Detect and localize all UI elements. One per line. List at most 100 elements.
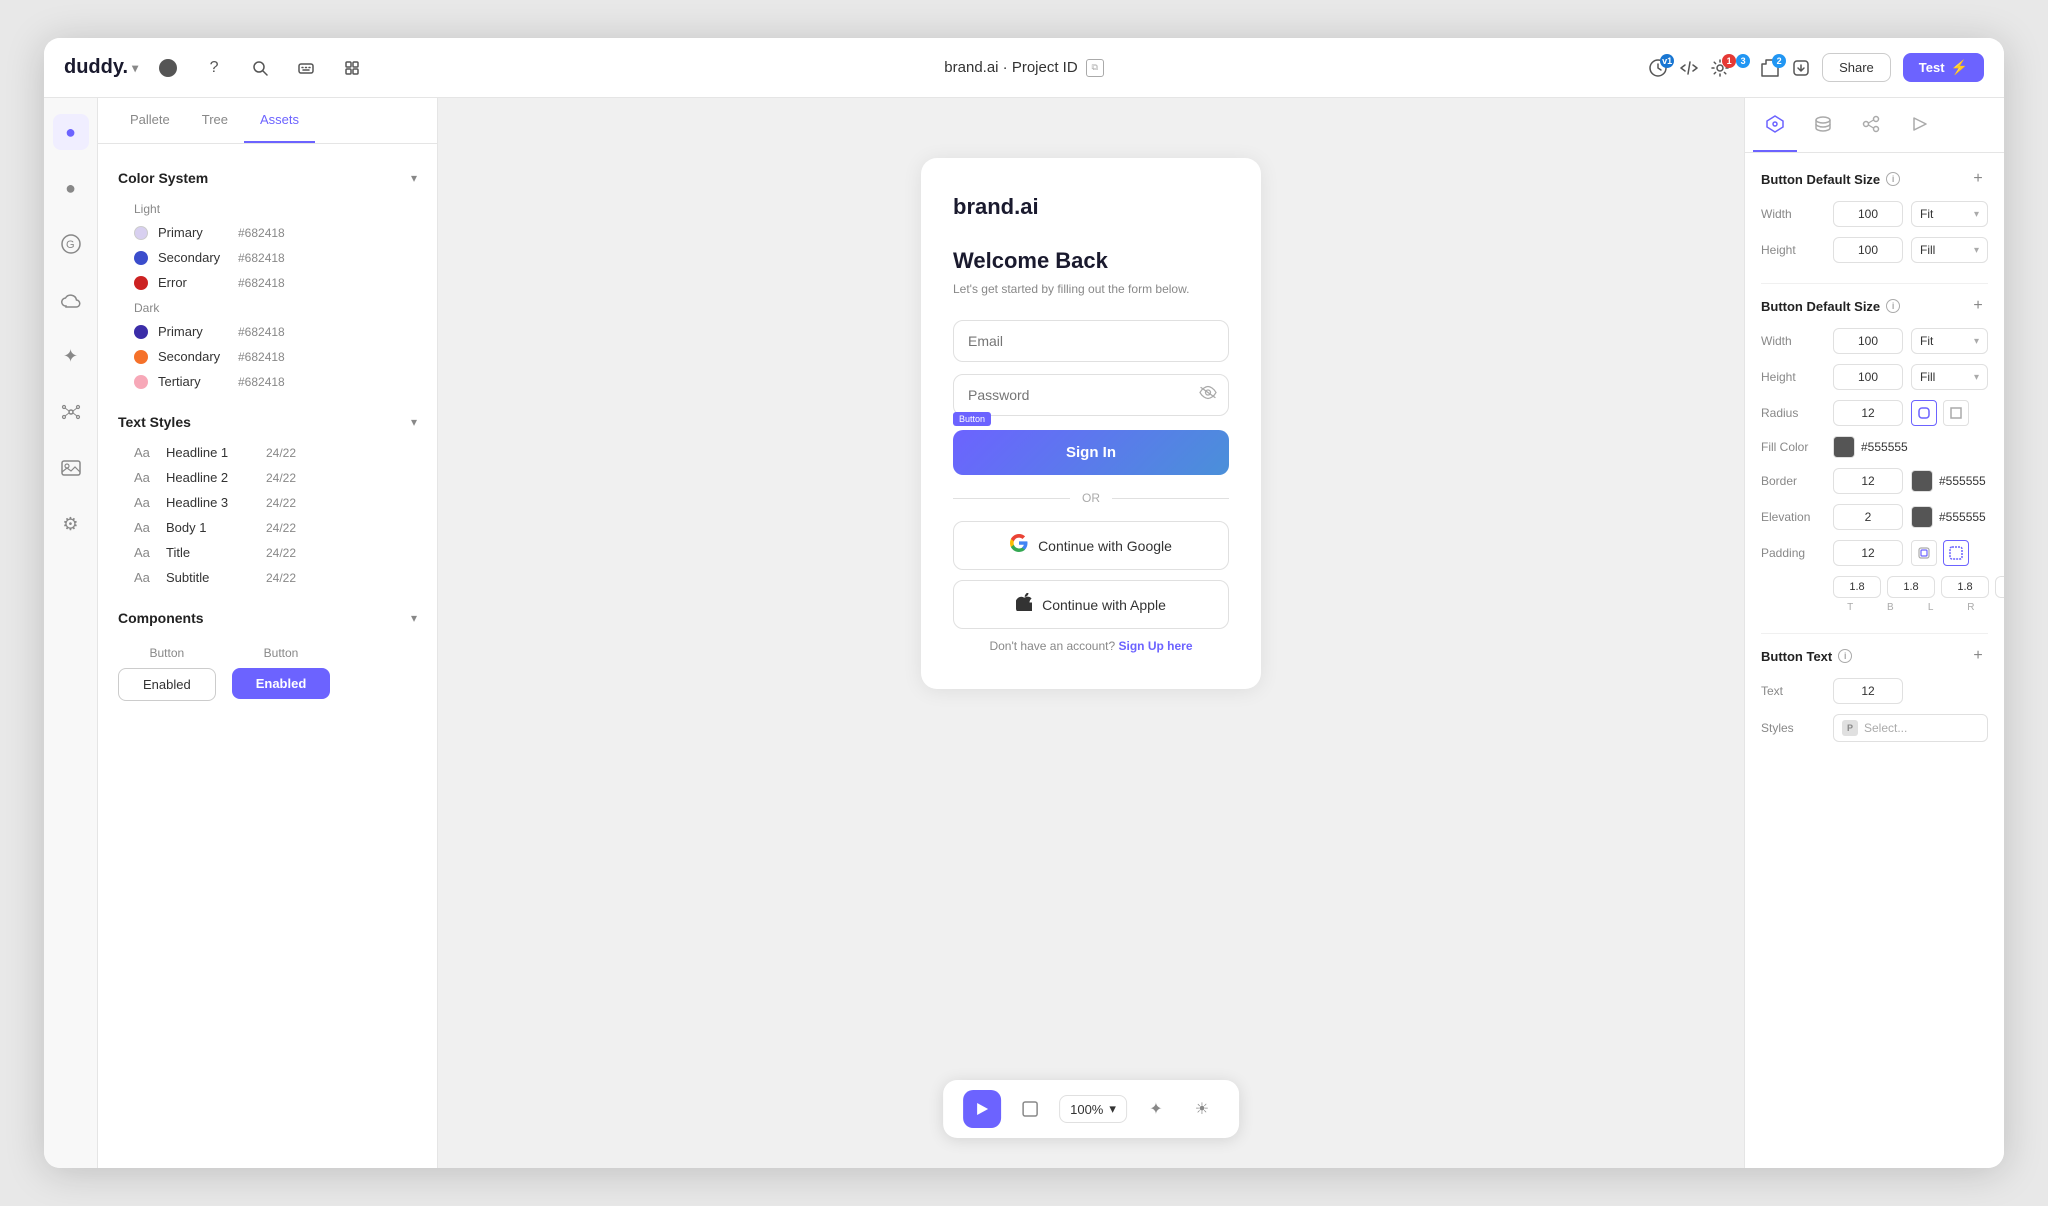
rp-height-select-2[interactable]: Fill ▾ [1911, 364, 1988, 390]
strip-icon-sparkle[interactable]: ✦ [53, 338, 89, 374]
email-field[interactable] [953, 320, 1229, 362]
rp-padding-l[interactable] [1941, 576, 1989, 598]
history-icon-wrapper[interactable]: v1 [1648, 58, 1668, 78]
rp-add-btn-bt[interactable]: + [1968, 646, 1988, 666]
rp-elevation-input[interactable] [1833, 504, 1903, 530]
swatch-secondary-dark [134, 350, 148, 364]
rp-radius-input[interactable] [1833, 400, 1903, 426]
password-field[interactable] [953, 374, 1229, 416]
rp-padding-uniform-icon[interactable] [1911, 540, 1937, 566]
rp-add-btn-2[interactable]: + [1968, 296, 1988, 316]
toolbar-sun-icon[interactable]: ☀ [1185, 1092, 1219, 1126]
rp-padding-b[interactable] [1887, 576, 1935, 598]
help-icon[interactable]: ? [200, 54, 228, 82]
plugin-icon-wrapper[interactable]: 2 [1760, 58, 1780, 78]
comp-btn-filled[interactable]: Enabled [232, 668, 331, 699]
strip-icon-google[interactable]: G [53, 226, 89, 262]
lightning-icon: ⚡ [1951, 59, 1968, 76]
logo[interactable]: duddy. ▾ [64, 56, 138, 79]
rp-width-select-2[interactable]: Fit ▾ [1911, 328, 1988, 354]
google-btn-label: Continue with Google [1038, 538, 1172, 554]
rp-tab-play[interactable] [1897, 98, 1941, 152]
sign-in-button[interactable]: Sign In [953, 430, 1229, 475]
share-button[interactable]: Share [1822, 53, 1891, 82]
color-system-header[interactable]: Color System ▾ [98, 160, 437, 196]
circle-icon[interactable] [154, 54, 182, 82]
divider-left [953, 498, 1070, 499]
strip-icon-settings[interactable]: ⚙ [53, 506, 89, 542]
frames-icon[interactable] [338, 54, 366, 82]
logo-dropdown-icon[interactable]: ▾ [132, 61, 138, 75]
rp-border-color-field[interactable]: #555555 [1911, 470, 1988, 492]
component-button-2: Button Enabled [232, 646, 331, 701]
color-tertiary-dark: Tertiary #682418 [98, 369, 437, 394]
strip-icon-image[interactable] [53, 450, 89, 486]
google-btn[interactable]: Continue with Google [953, 521, 1229, 570]
rp-title-text-bt: Button Text [1761, 649, 1832, 664]
search-icon[interactable] [246, 54, 274, 82]
rp-tab-data[interactable] [1801, 98, 1845, 152]
rp-padding-t[interactable] [1833, 576, 1881, 598]
rp-width-select-text-1: Fit [1920, 207, 1933, 221]
copy-icon[interactable]: ⧉ [1086, 59, 1104, 77]
strip-icon-network[interactable] [53, 394, 89, 430]
rp-text-value-input[interactable] [1833, 678, 1903, 704]
rp-width-input-1[interactable] [1833, 201, 1903, 227]
tab-assets[interactable]: Assets [244, 98, 315, 143]
test-button[interactable]: Test ⚡ [1903, 53, 1984, 82]
rp-height-input-1[interactable] [1833, 237, 1903, 263]
rp-fill-color-field[interactable]: #555555 [1833, 436, 1988, 458]
rp-radius-square-icon[interactable] [1943, 400, 1969, 426]
toolbar-frame-icon[interactable] [1013, 1092, 1047, 1126]
keyboard-icon[interactable] [292, 54, 320, 82]
rp-info-icon-bt[interactable]: i [1838, 649, 1852, 663]
rp-height-input-2[interactable] [1833, 364, 1903, 390]
code-icon[interactable] [1680, 54, 1698, 82]
text-style-aa-6: Aa [134, 570, 156, 585]
text-style-aa-3: Aa [134, 495, 156, 510]
text-styles-chevron: ▾ [411, 415, 417, 429]
section-divider-2 [1761, 633, 1988, 634]
toolbar-arrow-button[interactable] [963, 1090, 1001, 1128]
rp-height-select-1[interactable]: Fill ▾ [1911, 237, 1988, 263]
strip-icon-cloud[interactable] [53, 282, 89, 318]
rp-elevation-color-field[interactable]: #555555 [1911, 506, 1988, 528]
rp-tab-connect[interactable] [1849, 98, 1893, 152]
zoom-select[interactable]: 100% ▾ [1059, 1095, 1127, 1123]
test-button-label: Test [1919, 60, 1945, 75]
rp-add-btn-1[interactable]: + [1968, 169, 1988, 189]
tab-pallete[interactable]: Pallete [114, 98, 186, 143]
rp-fill-color-label: Fill Color [1761, 440, 1825, 454]
rp-padding-custom-icon[interactable] [1943, 540, 1969, 566]
toolbar-sparkle-icon[interactable]: ✦ [1139, 1092, 1173, 1126]
rp-padding-r[interactable] [1995, 576, 2004, 598]
signup-link[interactable]: Sign Up here [1119, 639, 1193, 653]
strip-icon-circle[interactable]: ● [53, 114, 89, 150]
rp-tab-design[interactable] [1753, 98, 1797, 152]
rp-title-1: Button Default Size i [1761, 172, 1900, 187]
settings-icon-wrapper[interactable]: 1 3 [1710, 58, 1730, 78]
welcome-sub: Let's get started by filling out the for… [953, 282, 1229, 296]
rp-width-select-1[interactable]: Fit ▾ [1911, 201, 1988, 227]
rp-width-input-2[interactable] [1833, 328, 1903, 354]
text-styles-header[interactable]: Text Styles ▾ [98, 404, 437, 440]
tab-tree[interactable]: Tree [186, 98, 244, 143]
top-bar-left: duddy. ▾ ? [64, 54, 384, 82]
padding-r-label: R [1954, 602, 1988, 613]
comp-btn-outline[interactable]: Enabled [118, 668, 216, 701]
rp-radius-rounded-icon[interactable] [1911, 400, 1937, 426]
rp-padding-input[interactable] [1833, 540, 1903, 566]
rp-info-icon-2[interactable]: i [1886, 299, 1900, 313]
components-header[interactable]: Components ▾ [98, 600, 437, 636]
sign-in-wrapper: Button Sign In [953, 430, 1229, 475]
rp-styles-field[interactable]: P Select... [1833, 714, 1988, 742]
rp-padding-row: Padding [1761, 540, 1988, 566]
color-secondary-dark-hex: #682418 [238, 350, 285, 364]
rp-border-input[interactable] [1833, 468, 1903, 494]
apple-btn[interactable]: Continue with Apple [953, 580, 1229, 629]
export-icon[interactable] [1792, 54, 1810, 82]
rp-info-icon-1[interactable]: i [1886, 172, 1900, 186]
password-eye-icon[interactable] [1199, 386, 1217, 405]
strip-icon-circle2[interactable]: ● [53, 170, 89, 206]
color-error-light-name: Error [158, 275, 228, 290]
